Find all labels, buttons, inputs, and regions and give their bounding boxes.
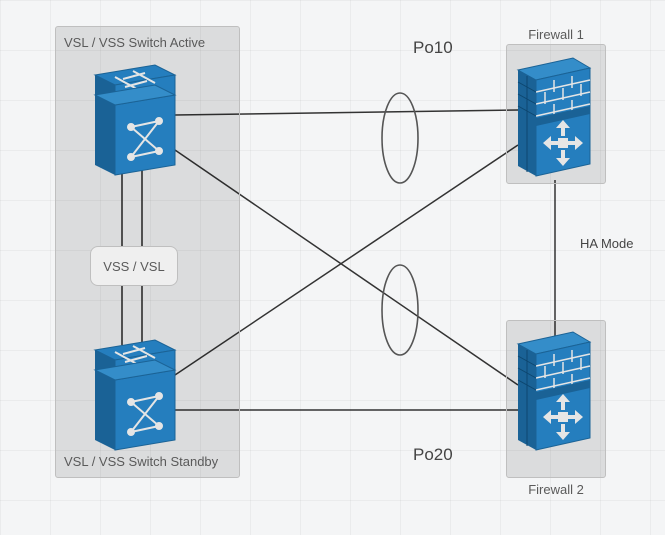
group-switches-label-standby: VSL / VSS Switch Standby xyxy=(64,454,218,469)
group-firewall-1-label: Firewall 1 xyxy=(507,27,605,42)
vss-vsl-label: VSS / VSL xyxy=(103,259,164,274)
diagram-canvas: VSL / VSS Switch Active VSL / VSS Switch… xyxy=(0,0,665,535)
group-firewall-1: Firewall 1 xyxy=(506,44,606,184)
vss-vsl-box: VSS / VSL xyxy=(90,246,178,286)
group-firewall-2: Firewall 2 xyxy=(506,320,606,478)
label-po10: Po10 xyxy=(413,38,453,58)
group-switches-label-active: VSL / VSS Switch Active xyxy=(64,35,205,50)
label-po20: Po20 xyxy=(413,445,453,465)
label-ha-mode: HA Mode xyxy=(580,236,633,251)
group-firewall-2-label: Firewall 2 xyxy=(507,482,605,497)
